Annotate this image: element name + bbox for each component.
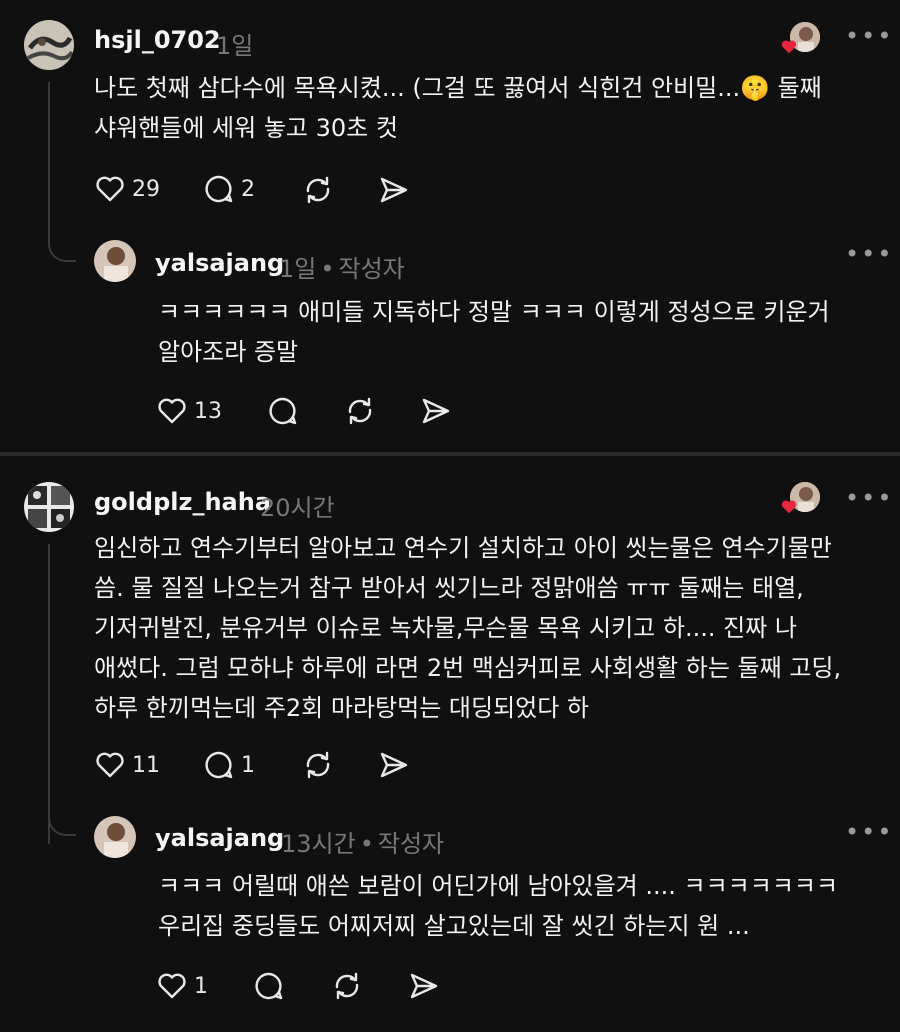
heart-icon: [158, 973, 186, 999]
repost-button[interactable]: [330, 969, 364, 1003]
like-button[interactable]: 29: [94, 173, 160, 205]
thread-connector-curve: [48, 200, 76, 262]
reply-count: 2: [241, 176, 255, 202]
reply-button[interactable]: 2: [203, 173, 255, 205]
like-button[interactable]: 1: [156, 970, 208, 1002]
heart-badge-icon: [781, 500, 797, 514]
send-icon: [380, 752, 408, 778]
reply-text: ㅋㅋㅋ 어릴때 애쓴 보람이 어딘가에 남아있을겨 .... ㅋㅋㅋㅋㅋㅋㅋ 우…: [158, 872, 839, 940]
avatar[interactable]: [94, 816, 136, 858]
reply-meta: 1일 • 작성자: [279, 255, 405, 283]
reply-meta: 13시간 • 작성자: [281, 830, 445, 858]
like-button[interactable]: 13: [156, 395, 222, 427]
like-count: 29: [132, 176, 160, 202]
repost-icon: [335, 972, 359, 1000]
heart-icon: [96, 752, 124, 778]
comment-bubble-icon: [269, 397, 297, 425]
timestamp: 1일: [216, 32, 254, 60]
heart-icon: [158, 398, 186, 424]
username[interactable]: yalsajang: [155, 249, 284, 277]
like-count: 1: [194, 973, 208, 999]
share-button[interactable]: [420, 395, 452, 427]
share-button[interactable]: [378, 749, 410, 781]
reply-button[interactable]: 1: [203, 749, 255, 781]
comment-bubble-icon: [205, 175, 233, 203]
more-options-button[interactable]: •••: [845, 484, 893, 512]
send-icon: [422, 398, 450, 424]
reply-button[interactable]: [253, 970, 285, 1002]
avatar[interactable]: [24, 20, 74, 70]
comment-bubble-icon: [255, 972, 283, 1000]
timestamp: 1일: [279, 255, 317, 283]
share-button[interactable]: [378, 174, 410, 206]
reply-button[interactable]: [267, 395, 299, 427]
repost-icon: [306, 751, 330, 779]
heart-icon: [96, 176, 124, 202]
more-options-button[interactable]: •••: [845, 240, 893, 268]
timestamp: 13시간: [281, 830, 356, 858]
like-count: 11: [132, 752, 160, 778]
reply-count: 1: [241, 752, 255, 778]
reply-text: ㅋㅋㅋㅋㅋㅋ 애미들 지독하다 정말 ㅋㅋㅋ 이렇게 정성으로 키운거 알아조라…: [158, 298, 830, 366]
timestamp: 20시간: [260, 494, 335, 522]
thread-connector-curve: [48, 796, 76, 836]
repost-button[interactable]: [301, 173, 335, 207]
comment-text: 임신하고 연수기부터 알아보고 연수기 설치하고 아이 씻는물은 연수기물만 씀…: [94, 534, 842, 722]
author-tag: 작성자: [377, 830, 445, 858]
avatar[interactable]: [24, 482, 74, 532]
comment-bubble-icon: [205, 751, 233, 779]
share-button[interactable]: [408, 970, 440, 1002]
repost-icon: [306, 176, 330, 204]
more-options-button[interactable]: •••: [845, 818, 893, 846]
repost-button[interactable]: [343, 394, 377, 428]
avatar[interactable]: [94, 240, 136, 282]
repost-button[interactable]: [301, 748, 335, 782]
like-button[interactable]: 11: [94, 749, 160, 781]
heart-badge-icon: [781, 40, 797, 54]
username[interactable]: goldplz_haha: [94, 488, 271, 516]
repost-icon: [348, 397, 372, 425]
like-count: 13: [194, 398, 222, 424]
username[interactable]: yalsajang: [155, 824, 284, 852]
send-icon: [410, 973, 438, 999]
send-icon: [380, 177, 408, 203]
comment-thread: hsjl_0702 1일 ••• 나도 첫째 삼다수에 목욕시켰... (그걸 …: [0, 0, 900, 452]
comment-thread: goldplz_haha 20시간 ••• 임신하고 연수기부터 알아보고 연수…: [0, 456, 900, 1032]
comment-text: 나도 첫째 삼다수에 목욕시켰... (그걸 또 끓여서 식힌건 안비밀...🤫…: [94, 74, 822, 142]
more-options-button[interactable]: •••: [845, 22, 893, 50]
author-tag: 작성자: [338, 255, 405, 283]
username[interactable]: hsjl_0702: [94, 26, 221, 54]
